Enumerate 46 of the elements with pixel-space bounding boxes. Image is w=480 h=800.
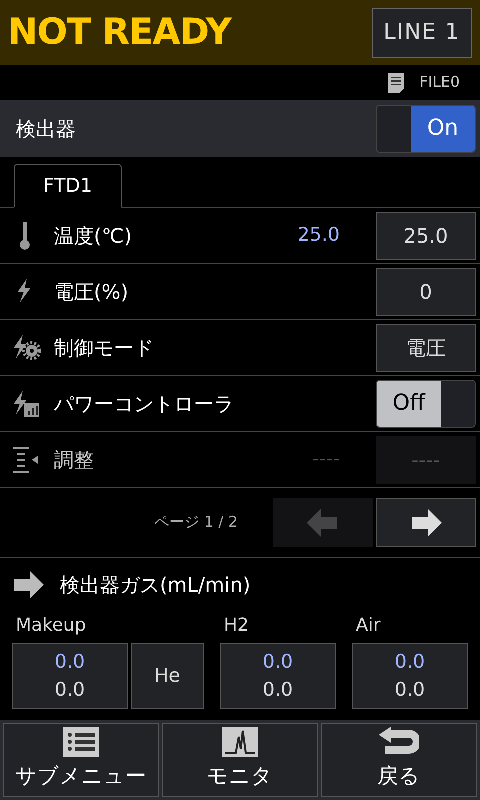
right-arrow-icon (12, 571, 44, 599)
actual-value: ---- (312, 447, 340, 472)
actual-value: 0.0 (54, 650, 86, 675)
parameter-label: 温度(℃) (54, 222, 134, 250)
flow-button[interactable]: 0.0 0.0 (352, 643, 468, 709)
setting-value: 0.0 (394, 678, 426, 703)
toggle-switch[interactable]: Off (376, 380, 476, 428)
flow-button[interactable]: 0.0 0.0 (220, 643, 336, 709)
setting-button[interactable]: 25.0 (376, 212, 476, 260)
page-indicator: ページ 1 / 2 (154, 512, 238, 534)
gas-label: H2 (223, 614, 250, 638)
flow-button[interactable]: 0.0 0.0 (12, 643, 128, 709)
parameter-label: パワーコントローラ (54, 390, 235, 418)
actual-value: 0.0 (394, 650, 426, 675)
left-arrow-icon (307, 508, 339, 536)
detector-label: 検出器 (16, 116, 76, 142)
parameter-label: 制御モード (54, 334, 155, 362)
adjust-icon (10, 444, 40, 474)
actual-value: 0.0 (262, 650, 294, 675)
footer-label: サブメニュー (16, 763, 146, 790)
gas-type-button[interactable]: He (131, 643, 204, 709)
setting-button[interactable]: 電圧 (376, 324, 476, 372)
file-name: FILE0 (420, 72, 460, 94)
right-arrow-icon (410, 508, 442, 536)
footer-button[interactable]: モニタ (162, 723, 318, 797)
document-icon (388, 72, 404, 92)
footer-label: モニタ (207, 763, 273, 790)
setting-button[interactable]: 0 (376, 268, 476, 316)
setting-value: 0.0 (54, 678, 86, 703)
chromatogram-icon (222, 727, 258, 758)
line-button[interactable]: LINE 1 (372, 8, 472, 58)
section-title: 検出器ガス(mL/min) (60, 572, 251, 599)
footer-button[interactable]: 戻る (321, 723, 477, 797)
actual-value: 25.0 (296, 223, 340, 248)
toggle-switch[interactable]: On (376, 104, 476, 152)
gas-label: Makeup (15, 614, 88, 638)
tab[interactable]: FTD1 (14, 164, 122, 208)
setting-value: 0.0 (262, 678, 294, 703)
parameter-label: 電圧(%) (54, 278, 130, 306)
status-text: NOT READY (8, 10, 232, 54)
footer-button[interactable]: サブメニュー (3, 723, 159, 797)
next-page-button[interactable] (376, 498, 476, 547)
list-icon (63, 727, 99, 758)
gas-label: Air (355, 614, 382, 638)
footer-label: 戻る (378, 763, 420, 790)
parameter-label: 調整 (54, 446, 95, 474)
